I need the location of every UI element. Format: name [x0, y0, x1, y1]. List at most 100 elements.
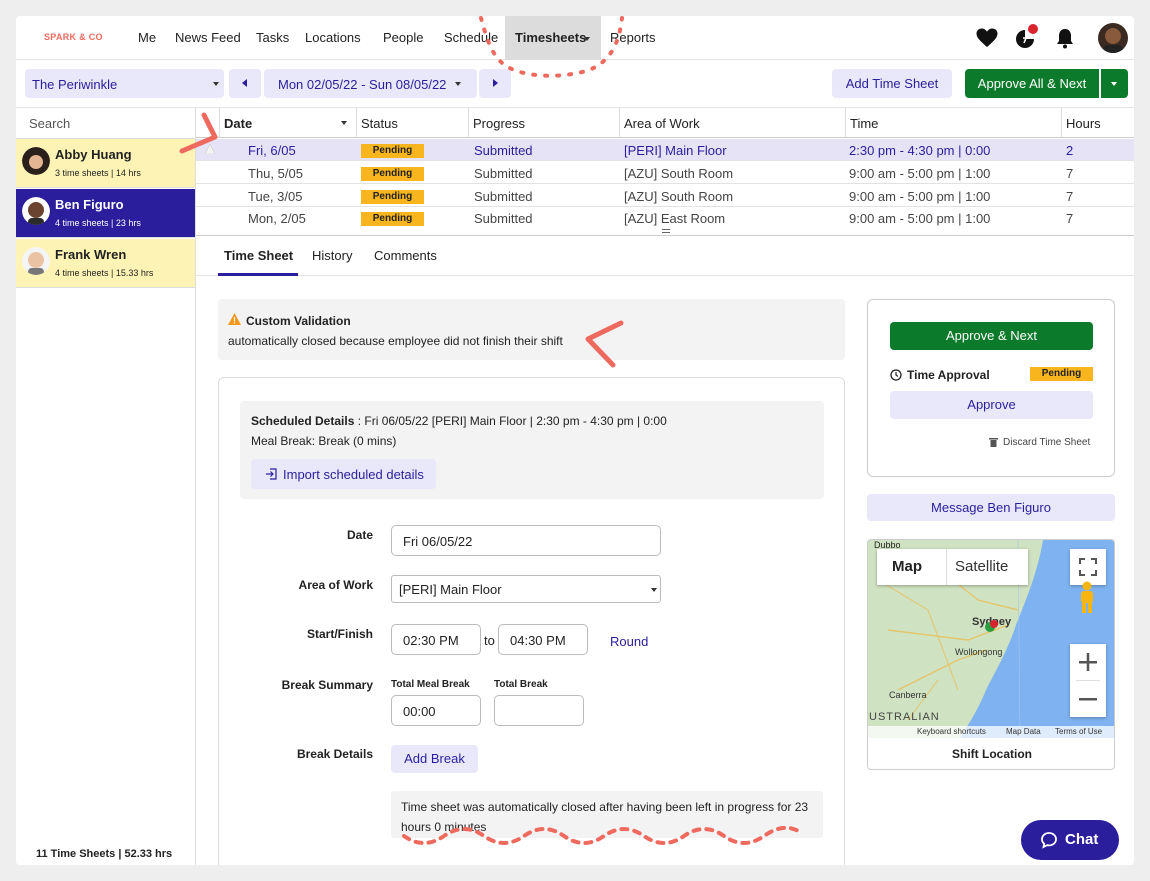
map-data-link[interactable]: Map Data	[1006, 727, 1041, 736]
auto-close-note: Time sheet was automatically closed afte…	[391, 791, 823, 838]
total-break-field[interactable]	[494, 695, 584, 726]
cell-progress: Submitted	[474, 166, 533, 181]
nav-timesheets[interactable]: Timesheets	[505, 16, 601, 60]
cell-progress: Submitted	[474, 143, 533, 158]
break-summary-label: Break Summary	[281, 678, 373, 692]
nav-news-feed[interactable]: News Feed	[175, 30, 241, 45]
tab-time-sheet[interactable]: Time Sheet	[224, 248, 293, 263]
add-time-sheet-button[interactable]: Add Time Sheet	[832, 69, 952, 98]
grid-header-hours[interactable]: Hours	[1062, 108, 1134, 138]
nav-schedule[interactable]: Schedule	[444, 30, 498, 45]
employee-item-abby-huang[interactable]: Abby Huang 3 time sheets | 14 hrs	[16, 139, 195, 188]
grid-header-status[interactable]: Status	[357, 108, 469, 138]
fullscreen-button[interactable]	[1070, 549, 1106, 585]
terms-link[interactable]: Terms of Use	[1055, 727, 1102, 736]
cell-hours: 2	[1066, 143, 1074, 158]
grid-header-progress[interactable]: Progress	[469, 108, 620, 138]
pegman-icon[interactable]	[1077, 581, 1097, 615]
resize-handle[interactable]	[662, 229, 670, 233]
area-select[interactable]: [PERI] Main Floor	[391, 575, 661, 603]
keyboard-shortcuts-link[interactable]: Keyboard shortcuts	[917, 727, 986, 736]
employee-item-frank-wren[interactable]: Frank Wren 4 time sheets | 15.33 hrs	[16, 239, 195, 288]
date-range-select[interactable]: Mon 02/05/22 - Sun 08/05/22	[264, 69, 477, 98]
import-scheduled-button[interactable]: Import scheduled details	[251, 459, 436, 489]
app-frame: SPARK & CO Me News Feed Tasks Locations …	[16, 16, 1134, 865]
approve-all-next-button[interactable]: Approve All & Next	[965, 69, 1099, 98]
prev-week-button[interactable]	[229, 69, 261, 98]
add-break-button[interactable]: Add Break	[391, 745, 478, 773]
round-link[interactable]: Round	[610, 634, 648, 649]
search-input[interactable]: Search	[29, 116, 70, 131]
clock-in-pin[interactable]	[990, 620, 998, 628]
divider	[946, 549, 947, 585]
tab-history[interactable]: History	[312, 248, 352, 263]
finish-time-field[interactable]: 04:30 PM	[498, 624, 588, 655]
zoom-in-icon[interactable]	[1079, 653, 1097, 671]
table-row[interactable]: Tue, 3/05 Pending Submitted [AZU] South …	[196, 185, 1134, 207]
cell-date: Thu, 5/05	[248, 166, 303, 181]
approve-button[interactable]: Approve	[890, 391, 1093, 419]
discard-time-sheet-link[interactable]: Discard Time Sheet	[1003, 437, 1090, 448]
table-row[interactable]: Fri, 6/05 Pending Submitted [PERI] Main …	[196, 139, 1134, 161]
grid-header-label: Hours	[1066, 116, 1101, 131]
chevron-down-icon	[455, 82, 461, 86]
user-avatar[interactable]	[1098, 23, 1128, 53]
divider	[1076, 680, 1100, 681]
location-select-value: The Periwinkle	[32, 77, 118, 92]
validation-alert: Custom Validation automatically closed b…	[218, 299, 845, 360]
grid-header-area[interactable]: Area of Work	[620, 108, 846, 138]
map-type-control: Map Satellite	[877, 549, 1028, 585]
nav-people[interactable]: People	[383, 30, 423, 45]
bell-icon[interactable]	[1053, 26, 1077, 50]
grid-header-date[interactable]: Date	[220, 108, 357, 138]
map-tab-map[interactable]: Map	[892, 558, 922, 575]
time-sheet-form: Scheduled Details : Fri 06/05/22 [PERI] …	[218, 377, 845, 865]
employee-summary: 3 time sheets | 14 hrs	[55, 168, 141, 178]
toolbar: The Periwinkle Mon 02/05/22 - Sun 08/05/…	[16, 61, 1134, 108]
top-nav: SPARK & CO Me News Feed Tasks Locations …	[16, 16, 1134, 60]
message-employee-button[interactable]: Message Ben Figuro	[867, 494, 1115, 521]
tab-comments[interactable]: Comments	[374, 248, 437, 263]
employee-avatar	[22, 197, 50, 225]
shift-location-map[interactable]: Dubbo Sydney Wollongong Canberra USTRALI…	[867, 539, 1115, 770]
zoom-out-icon[interactable]	[1079, 690, 1097, 708]
logo: SPARK & CO	[44, 32, 103, 42]
chat-button[interactable]: Chat	[1021, 820, 1119, 860]
heart-icon[interactable]	[975, 26, 999, 50]
trash-icon	[989, 438, 998, 447]
area-value: [PERI] Main Floor	[399, 582, 502, 597]
total-meal-break-field[interactable]: 00:00	[391, 695, 481, 726]
nav-tasks[interactable]: Tasks	[256, 30, 289, 45]
cell-date: Fri, 6/05	[248, 143, 296, 158]
chevron-down-icon	[651, 588, 657, 592]
map-caption: Shift Location	[952, 747, 1032, 761]
map-tab-satellite[interactable]: Satellite	[955, 558, 1008, 575]
approve-options-dropdown[interactable]	[1101, 69, 1128, 98]
map-footer: Keyboard shortcuts Map Data Terms of Use	[868, 726, 1114, 738]
nav-reports[interactable]: Reports	[610, 30, 656, 45]
grid-header-time[interactable]: Time	[846, 108, 1062, 138]
next-week-button[interactable]	[479, 69, 511, 98]
employee-item-ben-figuro[interactable]: Ben Figuro 4 time sheets | 23 hrs	[16, 189, 195, 238]
cell-area: [PERI] Main Floor	[624, 143, 727, 158]
employee-summary: 4 time sheets | 15.33 hrs	[55, 268, 154, 278]
chevron-down-icon	[584, 37, 590, 41]
cell-area: [AZU] South Room	[624, 189, 734, 204]
nav-locations[interactable]: Locations	[305, 30, 361, 45]
start-time-value: 02:30 PM	[403, 633, 459, 648]
table-row[interactable]: Thu, 5/05 Pending Submitted [AZU] South …	[196, 162, 1134, 184]
area-label: Area of Work	[298, 578, 373, 592]
employee-avatar	[22, 247, 50, 275]
nav-me[interactable]: Me	[138, 30, 156, 45]
date-field[interactable]: Fri 06/05/22	[391, 525, 661, 556]
status-badge: Pending	[361, 144, 424, 158]
table-row[interactable]: Mon, 2/05 Pending Submitted [AZU] East R…	[196, 208, 1134, 228]
start-time-field[interactable]: 02:30 PM	[391, 624, 481, 655]
cell-time: 2:30 pm - 4:30 pm | 0:00	[849, 143, 991, 158]
location-select[interactable]: The Periwinkle	[25, 69, 224, 98]
approve-next-button[interactable]: Approve & Next	[890, 322, 1093, 350]
cell-time: 9:00 am - 5:00 pm | 1:00	[849, 211, 991, 226]
map-label-region: USTRALIAN	[869, 711, 940, 723]
cell-area: [AZU] South Room	[624, 166, 734, 181]
start-finish-label: Start/Finish	[306, 627, 373, 641]
